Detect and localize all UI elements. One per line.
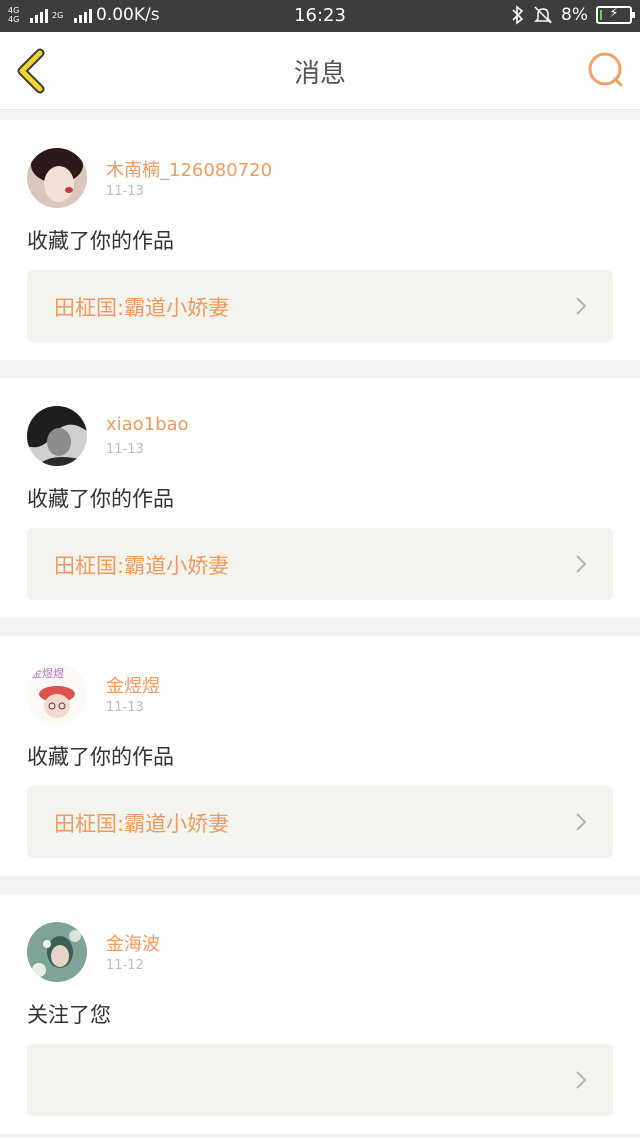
message-card[interactable]: 金海波 11-12 关注了您 [0, 894, 640, 1134]
username[interactable]: 金海波 [106, 930, 160, 956]
message-date: 11-13 [106, 700, 144, 715]
message-card[interactable]: 木南楠_126080720 11-13 收藏了你的作品 田柾国:霸道小娇妻 [0, 120, 640, 360]
message-date: 11-13 [106, 442, 144, 457]
status-right: 8% ⚡ [511, 5, 635, 25]
search-button[interactable] [586, 50, 626, 90]
battery-tip [632, 12, 635, 18]
message-card[interactable]: xiao1bao 11-13 收藏了你的作品 田柾国:霸道小娇妻 [0, 378, 640, 618]
avatar-image [27, 406, 87, 466]
work-link[interactable]: 田柾国:霸道小娇妻 [27, 786, 613, 858]
username[interactable]: 金煜煜 [106, 672, 160, 698]
chevron-right-icon [576, 813, 587, 831]
chevron-right-icon [576, 297, 587, 315]
search-icon [588, 52, 623, 87]
avatar-image [27, 148, 87, 208]
username[interactable]: 木南楠_126080720 [106, 156, 272, 182]
action-text: 收藏了你的作品 [27, 229, 174, 253]
app-header: 消息 [0, 32, 640, 110]
page-title: 消息 [293, 59, 346, 89]
work-link[interactable] [27, 1044, 613, 1116]
work-title: 田柾国:霸道小娇妻 [54, 554, 230, 578]
work-link[interactable]: 田柾国:霸道小娇妻 [27, 270, 613, 342]
work-title: 田柾国:霸道小娇妻 [54, 296, 230, 320]
battery-percent: 8% [561, 5, 588, 25]
avatar[interactable] [27, 148, 87, 208]
bluetooth-icon [512, 5, 524, 25]
chevron-right-icon [576, 1071, 587, 1089]
avatar[interactable] [27, 922, 87, 982]
action-text: 关注了您 [27, 1003, 111, 1027]
avatar[interactable]: 金煜煜 [27, 664, 87, 724]
battery-icon: ⚡ [596, 6, 635, 24]
work-title: 田柾国:霸道小娇妻 [54, 812, 230, 836]
message-date: 11-12 [106, 958, 144, 973]
message-card[interactable]: 金煜煜 金煜煜 11-13 收藏了你的作品 田柾国:霸道小娇妻 [0, 636, 640, 876]
action-text: 收藏了你的作品 [27, 745, 174, 769]
avatar-image: 金煜煜 [27, 664, 87, 724]
message-date: 11-13 [106, 184, 144, 199]
username[interactable]: xiao1bao [106, 414, 189, 435]
charging-icon: ⚡ [609, 6, 619, 21]
chevron-right-icon [576, 555, 587, 573]
status-bar: 4G 4G 2G 0.00K/s 16:23 8% ⚡ [0, 0, 640, 32]
avatar[interactable] [27, 406, 87, 466]
mute-bell-icon [534, 6, 552, 24]
avatar-image [27, 922, 87, 982]
work-link[interactable]: 田柾国:霸道小娇妻 [27, 528, 613, 600]
avatar-caption: 金煜煜 [31, 666, 64, 680]
action-text: 收藏了你的作品 [27, 487, 174, 511]
